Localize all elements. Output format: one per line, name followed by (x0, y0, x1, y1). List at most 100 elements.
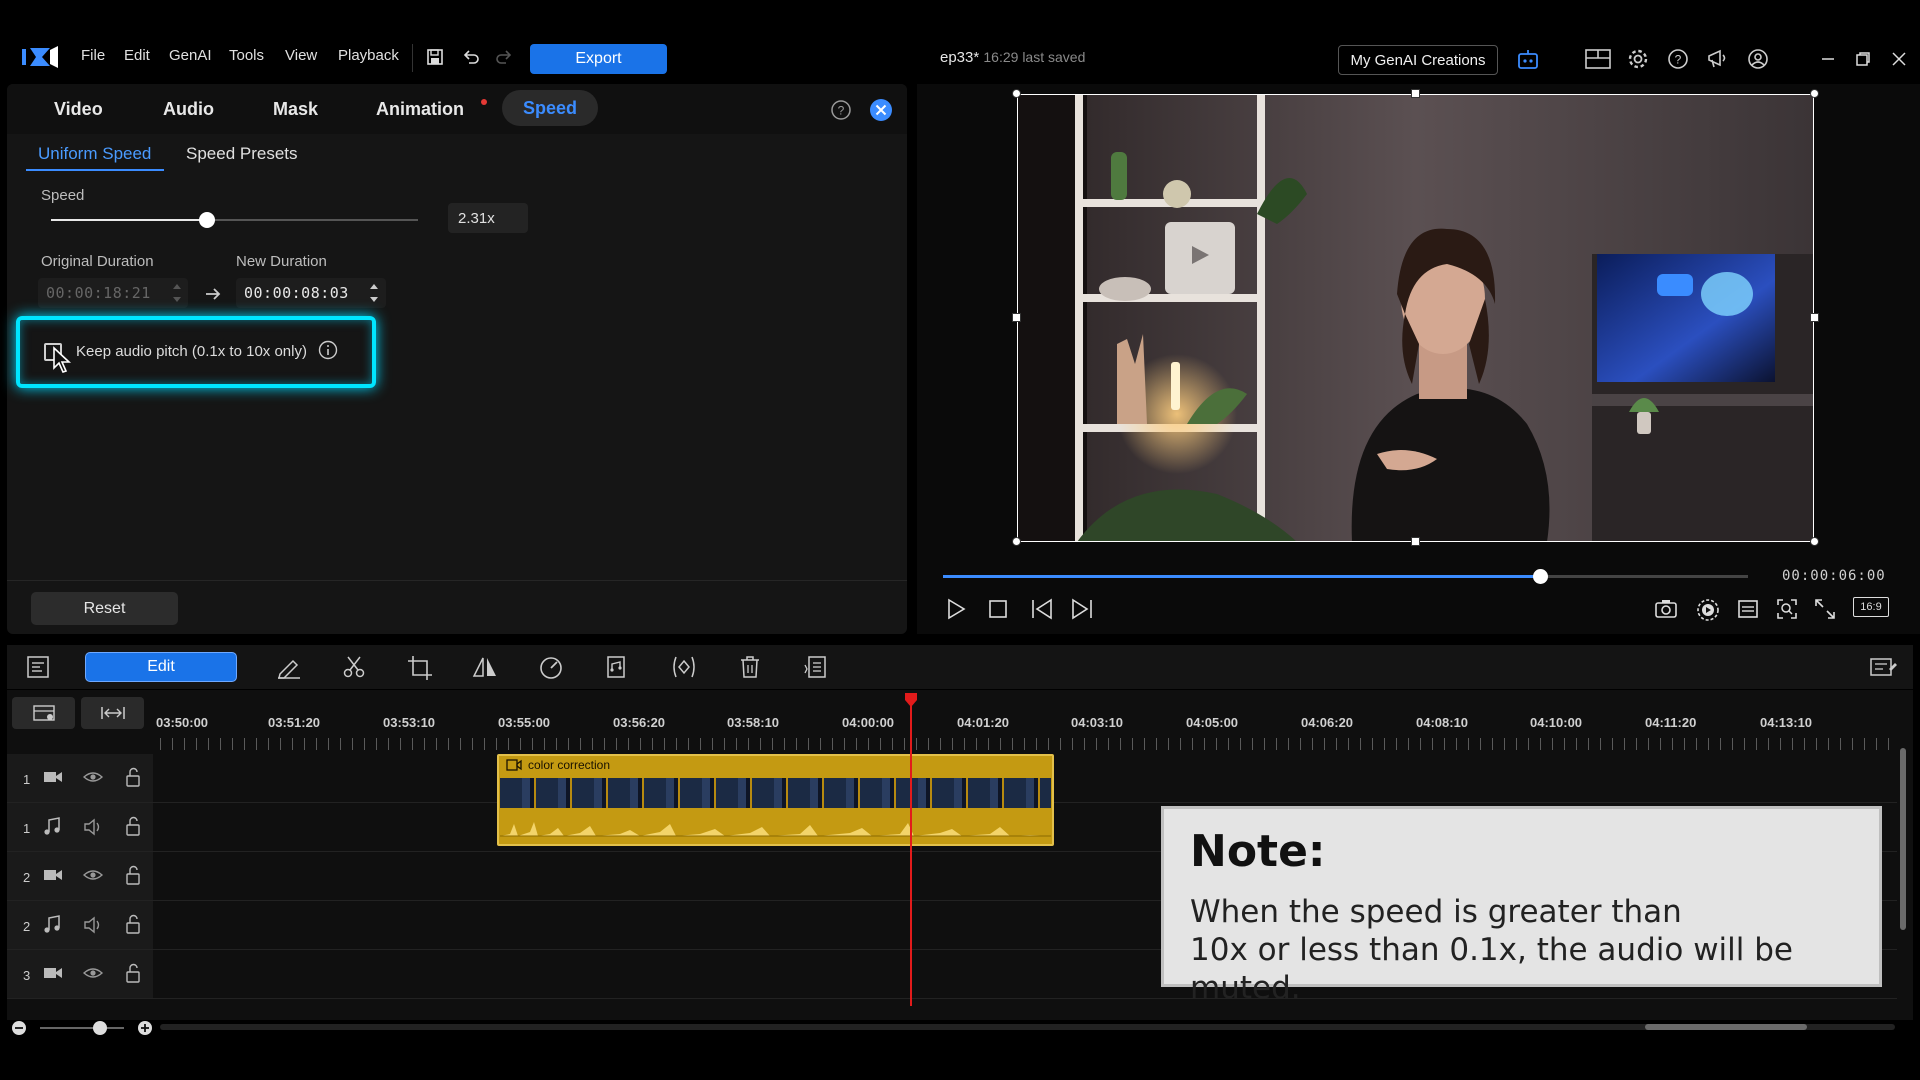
subtab-uniform-speed[interactable]: Uniform Speed (38, 144, 151, 164)
crop-handle-top-right[interactable] (1810, 89, 1819, 98)
help-icon[interactable]: ? (830, 99, 852, 121)
close-window-icon[interactable] (1890, 50, 1908, 68)
announcement-icon[interactable] (1706, 48, 1730, 70)
gear-icon[interactable] (1627, 48, 1649, 70)
help-icon[interactable]: ? (1667, 48, 1689, 70)
speaker-icon[interactable] (83, 916, 103, 934)
track-manager-button[interactable] (12, 697, 75, 729)
clip-audio-waveform (500, 812, 1051, 844)
zoom-out-icon[interactable] (11, 1020, 27, 1036)
preview-timecode: 00:00:06:00 (1782, 568, 1886, 584)
layout-icon[interactable] (1585, 49, 1611, 69)
crop-handle-top[interactable] (1411, 89, 1420, 98)
undo-icon[interactable] (462, 48, 480, 66)
minimize-icon[interactable] (1819, 50, 1837, 68)
crop-icon[interactable] (407, 655, 433, 681)
fit-timeline-icon (100, 705, 126, 721)
unlock-icon[interactable] (125, 767, 141, 787)
save-icon[interactable] (426, 48, 444, 66)
tab-video[interactable]: Video (54, 99, 103, 120)
menu-tools[interactable]: Tools (229, 47, 264, 64)
reset-button[interactable]: Reset (31, 592, 178, 625)
track-number: 2 (23, 870, 31, 885)
new-duration-field[interactable]: 00:00:08:03 (236, 278, 386, 308)
speed-slider-thumb[interactable] (199, 212, 215, 228)
svg-text:?: ? (1675, 53, 1682, 67)
tab-speed[interactable]: Speed (502, 90, 598, 126)
more-tools-icon[interactable] (803, 655, 829, 679)
keyframe-icon[interactable] (670, 655, 698, 679)
keep-audio-pitch-label: Keep audio pitch (0.1x to 10x only) (76, 343, 307, 360)
info-icon[interactable] (318, 340, 338, 360)
zoom-slider-thumb[interactable] (93, 1021, 107, 1035)
export-button[interactable]: Export (530, 44, 667, 74)
redo-icon[interactable] (495, 48, 513, 66)
unlock-icon[interactable] (125, 816, 141, 836)
menu-playback[interactable]: Playback (338, 47, 399, 64)
menu-edit[interactable]: Edit (124, 47, 150, 64)
new-duration-stepper-icon[interactable] (369, 280, 379, 306)
eye-icon[interactable] (83, 867, 103, 883)
crop-handle-bottom-right[interactable] (1810, 537, 1819, 546)
speaker-icon[interactable] (83, 818, 103, 836)
audio-edit-icon[interactable] (605, 655, 629, 679)
unlock-icon[interactable] (125, 914, 141, 934)
ruler-label: 03:55:00 (498, 715, 551, 730)
aspect-ratio-button[interactable]: 16:9 (1853, 597, 1889, 617)
timeline-horizontal-scrollbar[interactable] (160, 1024, 1895, 1030)
arrow-right-icon (203, 284, 223, 304)
subtab-speed-presets[interactable]: Speed Presets (186, 144, 298, 164)
playback-scrubber-thumb[interactable] (1533, 569, 1548, 584)
crop-handle-left[interactable] (1012, 313, 1021, 322)
scissors-icon[interactable] (342, 655, 366, 679)
edit-button[interactable]: Edit (85, 652, 237, 682)
playhead-line[interactable] (910, 700, 912, 1006)
timeline-options-icon[interactable] (26, 655, 50, 679)
fit-timeline-button[interactable] (81, 697, 144, 729)
my-genai-creations-button[interactable]: My GenAI Creations (1338, 45, 1498, 75)
tab-audio[interactable]: Audio (163, 99, 214, 120)
timeline-scrollbar-thumb[interactable] (1645, 1024, 1807, 1030)
account-icon[interactable] (1747, 48, 1769, 70)
eye-icon[interactable] (83, 965, 103, 981)
speed-value-input[interactable]: 2.31x (448, 203, 528, 233)
zoom-in-icon[interactable] (137, 1020, 153, 1036)
genai-robot-icon[interactable] (1516, 48, 1540, 72)
timeline-ruler[interactable] (160, 738, 1890, 750)
fullscreen-icon[interactable] (1814, 598, 1836, 620)
crop-handle-top-left[interactable] (1012, 89, 1021, 98)
tab-animation[interactable]: Animation (376, 99, 464, 120)
music-note-icon (43, 817, 61, 837)
mouse-cursor-icon (52, 346, 74, 374)
subtitles-icon[interactable] (1737, 599, 1759, 619)
crop-handle-bottom[interactable] (1411, 537, 1420, 546)
tab-mask[interactable]: Mask (273, 99, 318, 120)
unlock-icon[interactable] (125, 963, 141, 983)
stop-icon[interactable] (988, 599, 1008, 619)
note-line-1: When the speed is greater than (1190, 894, 1682, 930)
pen-icon[interactable] (276, 655, 302, 679)
next-frame-icon[interactable] (1070, 598, 1094, 620)
trash-icon[interactable] (739, 655, 761, 679)
timeline-vertical-scrollbar[interactable] (1900, 748, 1906, 930)
play-icon[interactable] (946, 598, 966, 620)
crop-handle-right[interactable] (1810, 313, 1819, 322)
restore-icon[interactable] (1854, 50, 1872, 68)
render-preview-icon[interactable] (1696, 598, 1720, 622)
snapshot-icon[interactable] (1654, 598, 1678, 620)
speed-gauge-icon[interactable] (538, 655, 564, 679)
clip-video-icon (506, 759, 522, 771)
previous-frame-icon[interactable] (1030, 598, 1054, 620)
zoom-slider-track[interactable] (40, 1027, 124, 1029)
unlock-icon[interactable] (125, 865, 141, 885)
playhead-marker-icon[interactable] (903, 692, 919, 708)
close-panel-icon[interactable] (869, 98, 893, 122)
flip-icon[interactable] (472, 655, 498, 679)
zoom-preview-icon[interactable] (1776, 598, 1798, 620)
menu-view[interactable]: View (285, 47, 317, 64)
menu-file[interactable]: File (81, 47, 105, 64)
crop-handle-bottom-left[interactable] (1012, 537, 1021, 546)
timeline-settings-icon[interactable] (1869, 655, 1897, 679)
menu-genai[interactable]: GenAI (169, 47, 212, 64)
eye-icon[interactable] (83, 769, 103, 785)
